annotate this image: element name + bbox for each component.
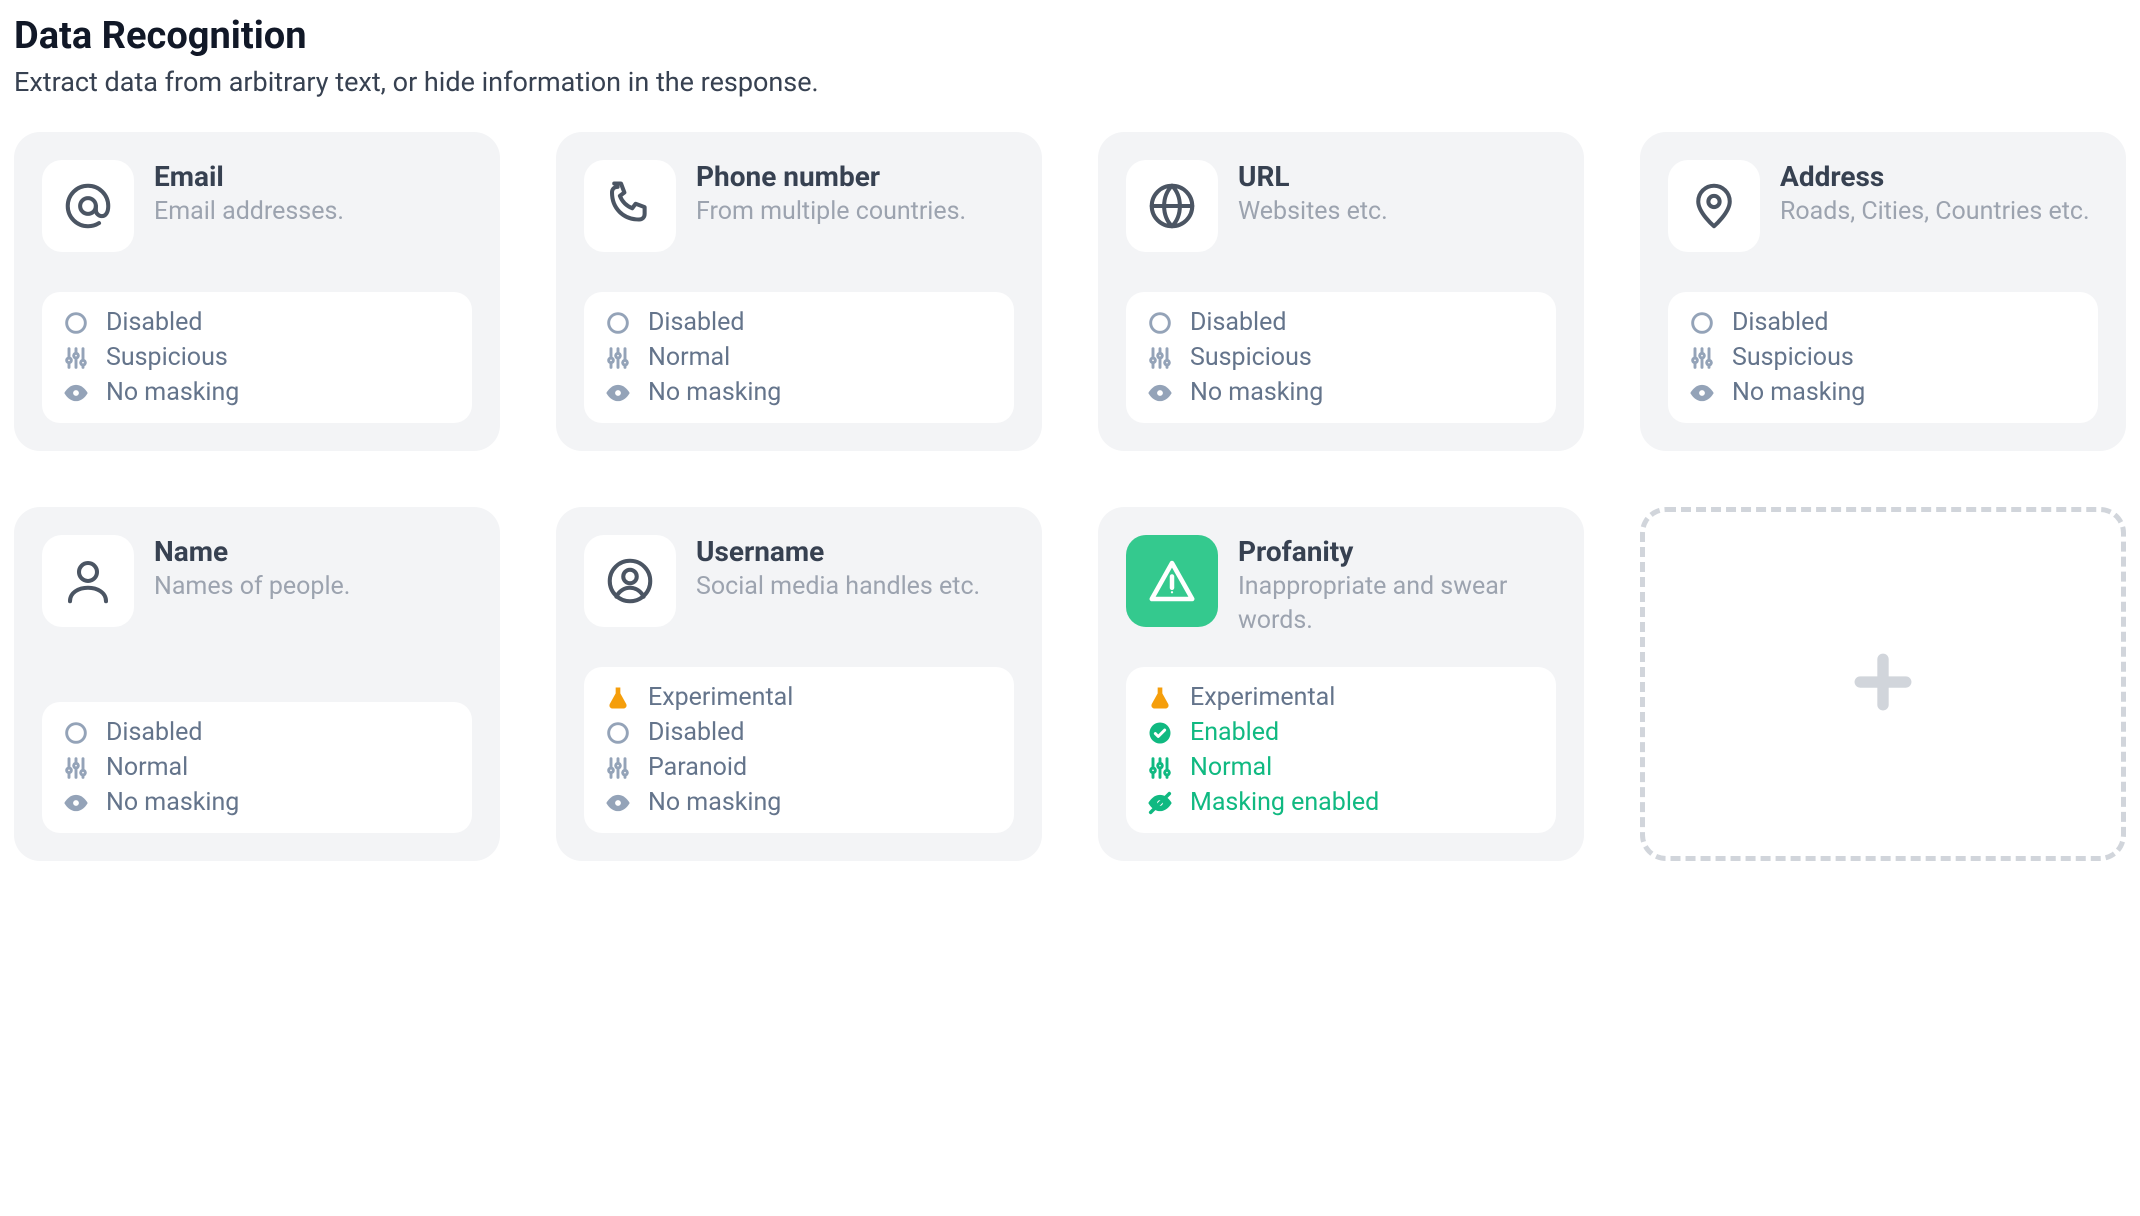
status-label: Normal [648,343,730,372]
card-email[interactable]: Email Email addresses. Disabled Suspicio… [14,132,500,451]
status-label: Disabled [106,718,202,747]
eye-icon [604,789,632,817]
status-label: Disabled [648,308,744,337]
check-circle-icon [1146,719,1174,747]
status-label: Experimental [1190,683,1335,712]
card-desc: From multiple countries. [696,195,1014,229]
card-address[interactable]: Address Roads, Cities, Countries etc. Di… [1640,132,2126,451]
card-desc: Email addresses. [154,195,472,229]
plus-icon [1844,643,1922,725]
sliders-icon [604,344,632,372]
card-title: Email [154,160,472,193]
circle-icon [62,309,90,337]
card-phone[interactable]: Phone number From multiple countries. Di… [556,132,1042,451]
map-pin-icon [1668,160,1760,252]
circle-icon [604,719,632,747]
status-label: Normal [106,753,188,782]
eye-icon [1146,379,1174,407]
card-profanity[interactable]: Profanity Inappropriate and swear words.… [1098,507,1584,861]
status-label: Disabled [1732,308,1828,337]
user-icon [42,535,134,627]
status-label: Suspicious [1732,343,1854,372]
status-label: Enabled [1190,718,1279,747]
sliders-icon [1688,344,1716,372]
status-box: Experimental Disabled Paranoid No maskin… [584,667,1014,833]
globe-icon [1126,160,1218,252]
add-card-button[interactable] [1640,507,2126,861]
card-url[interactable]: URL Websites etc. Disabled Suspicious No… [1098,132,1584,451]
circle-icon [1146,309,1174,337]
status-box: Disabled Normal No masking [42,702,472,833]
card-desc: Names of people. [154,570,472,604]
card-username[interactable]: Username Social media handles etc. Exper… [556,507,1042,861]
card-title: Phone number [696,160,1014,193]
circle-icon [604,309,632,337]
page-title: Data Recognition [14,14,2126,58]
phone-icon [584,160,676,252]
status-label: Paranoid [648,753,747,782]
eye-icon [62,789,90,817]
status-box: Disabled Suspicious No masking [42,292,472,423]
status-label: Experimental [648,683,793,712]
card-desc: Roads, Cities, Countries etc. [1780,195,2098,229]
status-label: Masking enabled [1190,788,1379,817]
status-box: Disabled Suspicious No masking [1668,292,2098,423]
eye-icon [1688,379,1716,407]
cards-grid: Email Email addresses. Disabled Suspicio… [14,132,2126,861]
sliders-icon [62,344,90,372]
card-desc: Inappropriate and swear words. [1238,570,1556,638]
status-label: Disabled [106,308,202,337]
card-title: Profanity [1238,535,1556,568]
status-box: Disabled Suspicious No masking [1126,292,1556,423]
circle-icon [1688,309,1716,337]
user-circle-icon [584,535,676,627]
eye-off-icon [1146,789,1174,817]
alert-triangle-icon [1126,535,1218,627]
sliders-icon [604,754,632,782]
status-label: Disabled [1190,308,1286,337]
status-label: No masking [1732,378,1865,407]
card-title: Address [1780,160,2098,193]
sliders-icon [62,754,90,782]
status-label: No masking [106,788,239,817]
page-subtitle: Extract data from arbitrary text, or hid… [14,66,2126,98]
card-title: Name [154,535,472,568]
status-label: No masking [1190,378,1323,407]
sliders-icon [1146,754,1174,782]
status-label: Suspicious [1190,343,1312,372]
at-sign-icon [42,160,134,252]
status-box: Disabled Normal No masking [584,292,1014,423]
eye-icon [604,379,632,407]
status-box: Experimental Enabled Normal Masking enab… [1126,667,1556,833]
flask-icon [604,684,632,712]
status-label: Suspicious [106,343,228,372]
status-label: No masking [648,788,781,817]
status-label: No masking [648,378,781,407]
status-label: No masking [106,378,239,407]
card-title: Username [696,535,1014,568]
circle-icon [62,719,90,747]
eye-icon [62,379,90,407]
card-name[interactable]: Name Names of people. Disabled Normal No… [14,507,500,861]
card-desc: Websites etc. [1238,195,1556,229]
card-desc: Social media handles etc. [696,570,1014,604]
flask-icon [1146,684,1174,712]
status-label: Disabled [648,718,744,747]
status-label: Normal [1190,753,1272,782]
card-title: URL [1238,160,1556,193]
sliders-icon [1146,344,1174,372]
